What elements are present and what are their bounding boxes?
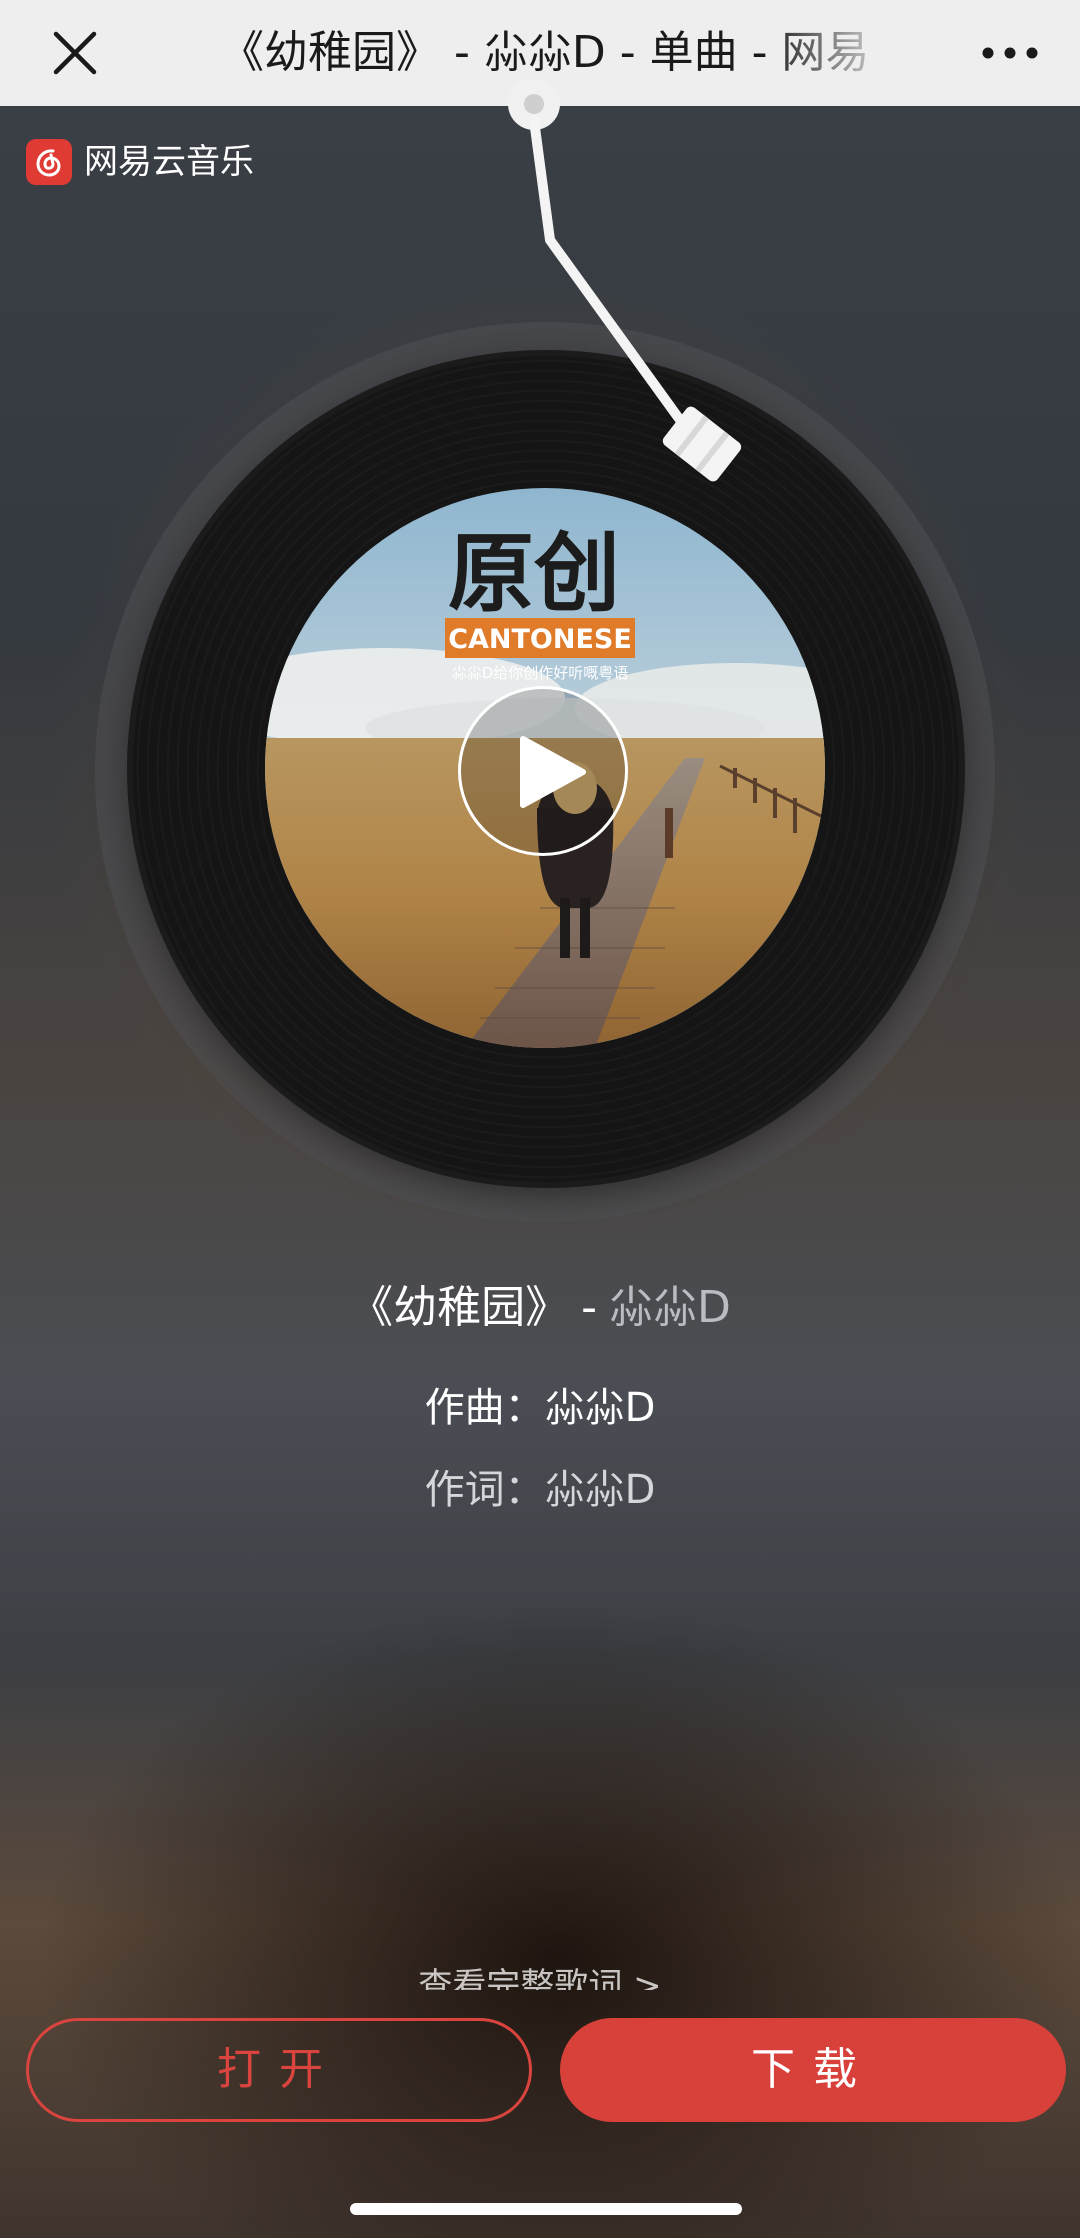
- tonearm: [470, 78, 810, 520]
- close-button[interactable]: [44, 22, 106, 84]
- play-icon: [520, 736, 586, 808]
- song-title: 《幼稚园》: [349, 1282, 570, 1333]
- page-title: 《幼稚园》 - 尛尛D - 单曲 - 网易: [220, 27, 870, 78]
- brand: 网易云音乐: [26, 138, 254, 186]
- view-full-lyrics-link[interactable]: 查看完整歌词 >: [0, 1964, 1080, 1990]
- play-button[interactable]: [458, 686, 628, 856]
- song-share-page: 《幼稚园》 - 尛尛D - 单曲 - 网易 网易云音乐 原创 CANTONESE…: [0, 0, 1080, 2238]
- song-separator: -: [581, 1282, 597, 1333]
- netease-cloud-music-logo: [26, 139, 72, 185]
- lyricist-credit: 作词：尛尛D: [424, 1467, 656, 1513]
- more-horizontal-icon: [982, 47, 1038, 59]
- download-button[interactable]: 下载: [560, 2018, 1066, 2122]
- album-cover-caption: 尛尛D给你创作好听嘅粤语: [452, 664, 629, 682]
- album-cover-title: 原创: [448, 524, 620, 624]
- brand-name: 网易云音乐: [84, 142, 254, 182]
- song-artist: 尛尛D: [609, 1282, 731, 1333]
- composer-credit: 作曲：尛尛D: [424, 1385, 656, 1431]
- close-icon: [53, 31, 97, 75]
- open-button[interactable]: 打开: [26, 2018, 532, 2122]
- song-heading: 《幼稚园》 - 尛尛D: [0, 1278, 1080, 1338]
- more-button[interactable]: [970, 22, 1050, 84]
- home-indicator: [350, 2203, 742, 2215]
- album-cover-subtitle: CANTONESE: [448, 624, 632, 655]
